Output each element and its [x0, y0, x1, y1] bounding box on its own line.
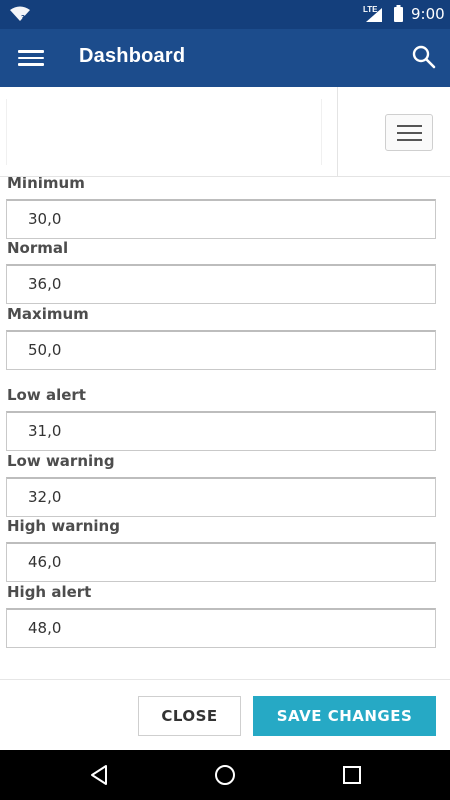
normal-input[interactable]: 36,0 [6, 264, 436, 304]
menu-icon[interactable] [18, 46, 44, 70]
field-label-low-warning: Low warning [7, 452, 115, 470]
back-icon[interactable] [87, 763, 111, 787]
low-warning-input[interactable]: 32,0 [6, 477, 436, 517]
field-label-low-alert: Low alert [7, 386, 86, 404]
content-placeholder [6, 99, 322, 165]
threshold-form: Minimum 30,0 Normal 36,0 Maximum 50,0 Lo… [0, 177, 450, 679]
wifi-icon: ? [10, 6, 30, 22]
field-label-normal: Normal [7, 239, 69, 257]
field-label-maximum: Maximum [7, 305, 89, 323]
maximum-input[interactable]: 50,0 [6, 330, 436, 370]
field-label-high-warning: High warning [7, 517, 120, 535]
save-changes-button[interactable]: SAVE CHANGES [253, 696, 436, 736]
high-warning-input[interactable]: 46,0 [6, 542, 436, 582]
filter-toolbar [0, 87, 450, 177]
system-nav-bar [0, 750, 450, 800]
signal-icon [366, 8, 382, 22]
page-title: Dashboard [79, 45, 186, 67]
recents-icon[interactable] [340, 763, 364, 787]
search-icon[interactable] [411, 44, 437, 70]
high-alert-input[interactable]: 48,0 [6, 608, 436, 648]
hamburger-icon[interactable] [385, 114, 433, 151]
battery-icon [394, 5, 403, 22]
home-icon[interactable] [213, 763, 237, 787]
status-bar: ? LTE 9:00 [0, 0, 450, 29]
svg-text:?: ? [21, 14, 25, 22]
field-label-high-alert: High alert [7, 583, 92, 601]
toolbar-divider [337, 87, 338, 177]
clock: 9:00 [411, 5, 445, 23]
dialog-footer: CLOSE SAVE CHANGES [0, 679, 450, 750]
minimum-input[interactable]: 30,0 [6, 199, 436, 239]
close-button[interactable]: CLOSE [138, 696, 241, 736]
app-bar: Dashboard [0, 29, 450, 87]
field-label-minimum: Minimum [7, 177, 85, 192]
low-alert-input[interactable]: 31,0 [6, 411, 436, 451]
